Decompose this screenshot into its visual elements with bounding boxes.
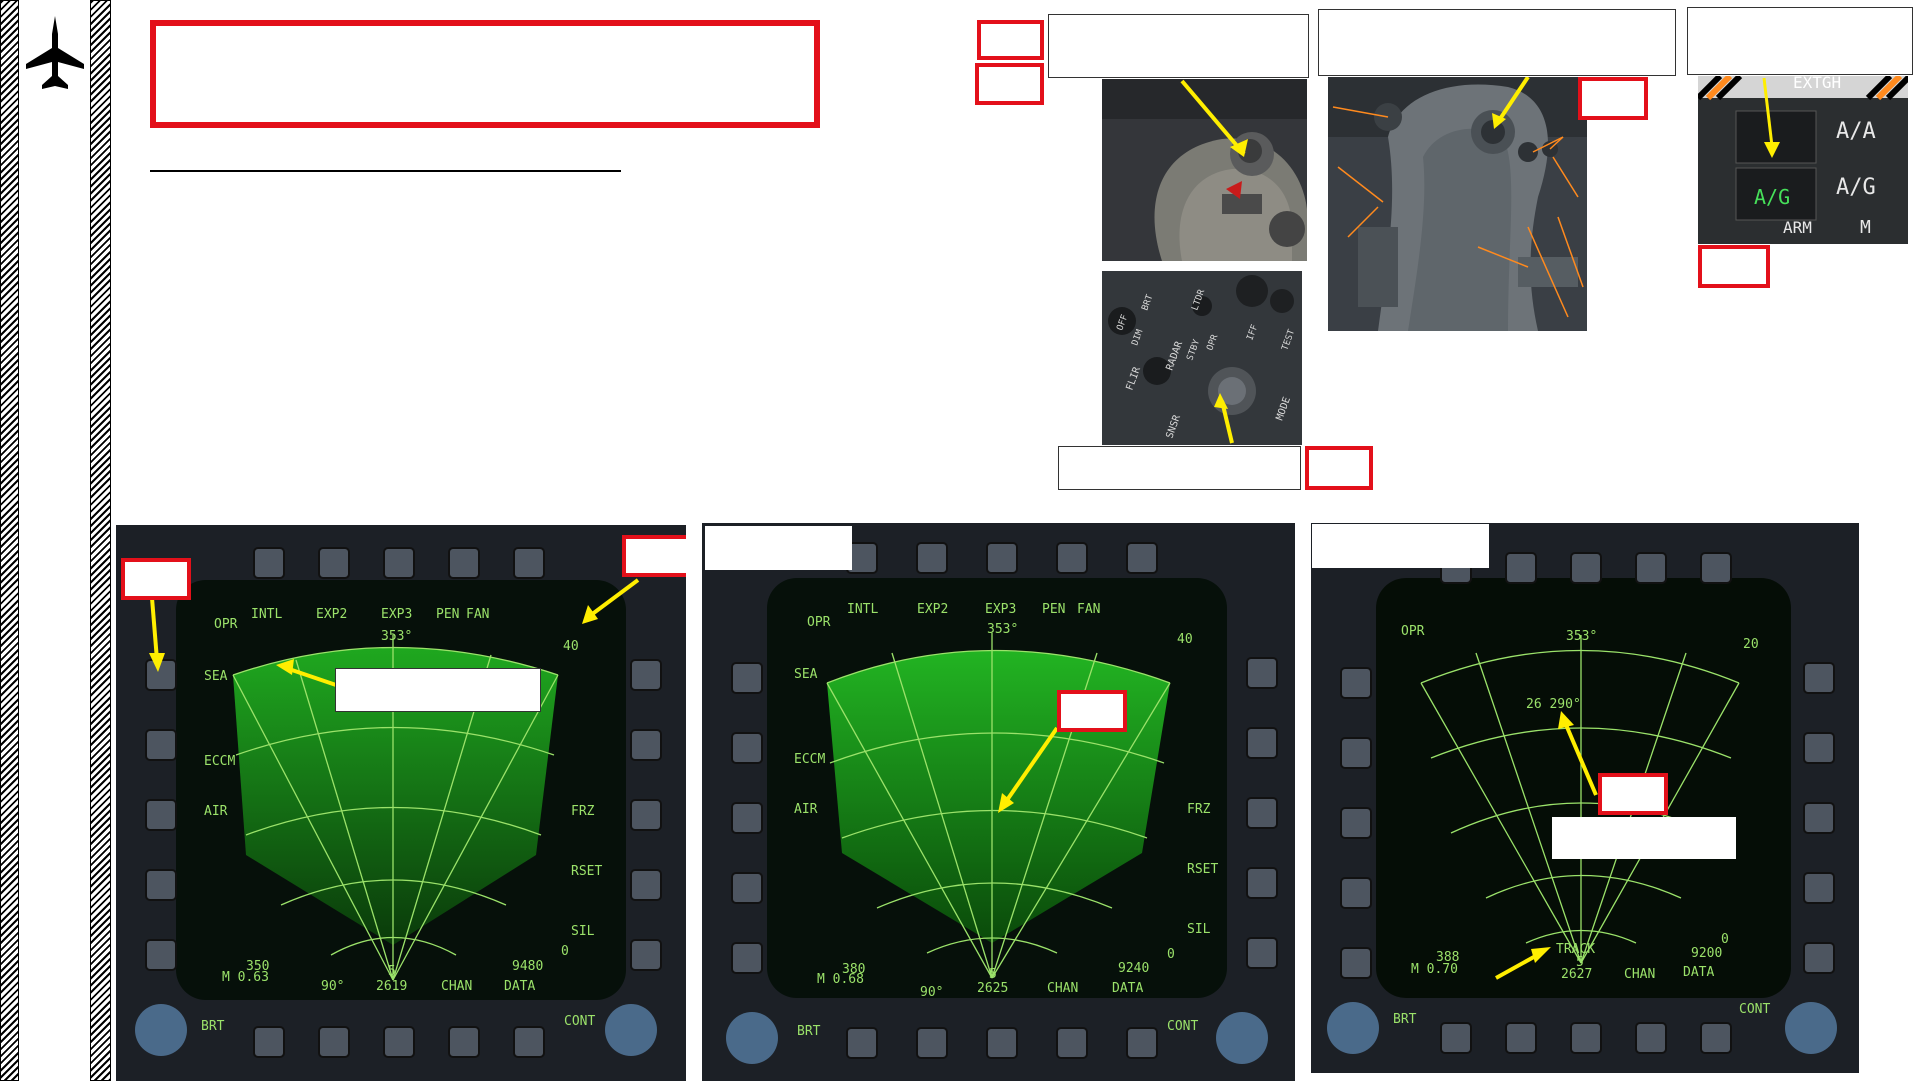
mfd2-brt: BRT bbox=[797, 1024, 821, 1039]
mfd2-chan: CHAN bbox=[1047, 981, 1078, 996]
mfd3-data: DATA bbox=[1683, 965, 1714, 980]
mfd1-callout bbox=[335, 668, 541, 712]
mfd2-sea: SEA bbox=[794, 667, 818, 682]
mfd1-label-box-right bbox=[622, 535, 686, 577]
mfd2-right-num: 9240 bbox=[1118, 961, 1149, 976]
mfd3-mach: M 0.70 bbox=[1411, 962, 1458, 977]
label-box-4 bbox=[1578, 77, 1648, 120]
mfd3-heading: 353° bbox=[1566, 629, 1597, 644]
fighter-jet-icon bbox=[24, 14, 86, 94]
mfd2-frz: FRZ bbox=[1187, 802, 1211, 817]
mfd2-data: DATA bbox=[1112, 981, 1143, 996]
mfd1-ninety: 90° bbox=[321, 979, 344, 994]
extgh-label: EXTGH bbox=[1793, 76, 1841, 92]
m-label: M bbox=[1860, 217, 1871, 238]
sensor-panel-photo: RADAR FLIR OFF DIM BRT STBY OPR SNSR MOD… bbox=[1102, 271, 1302, 445]
callout-box-1 bbox=[1048, 14, 1309, 78]
mfd2-header-callout bbox=[705, 526, 852, 570]
mfd1-rset: RSET bbox=[571, 864, 602, 879]
mfd1-mode-pen: PEN bbox=[436, 607, 459, 622]
arm-label: ARM bbox=[1783, 218, 1812, 237]
mfd1-frz: FRZ bbox=[571, 804, 595, 819]
mfd2-mode-pen: PEN bbox=[1042, 602, 1065, 617]
mfd1-mode-exp3: EXP3 bbox=[381, 607, 412, 622]
throttle-photo bbox=[1102, 79, 1307, 261]
label-box-3 bbox=[1305, 446, 1373, 490]
mfd2-zero: 0 bbox=[1167, 947, 1175, 962]
mfd2-air: AIR bbox=[794, 802, 818, 817]
title-box bbox=[150, 20, 820, 128]
mfd2-mode-exp2: EXP2 bbox=[917, 602, 948, 617]
mfd1-zero: 0 bbox=[561, 944, 569, 959]
callout-box-4 bbox=[1058, 446, 1301, 490]
mfd1-chan: CHAN bbox=[441, 979, 472, 994]
title-underline bbox=[150, 170, 621, 172]
mfd1-sea: SEA bbox=[204, 669, 228, 684]
mfd3-range: 20 bbox=[1743, 637, 1759, 652]
mfd2-range: 40 bbox=[1177, 632, 1193, 647]
mfd3-header-callout bbox=[1312, 524, 1489, 568]
mfd1-eccm: ECCM bbox=[204, 754, 235, 769]
mfd1-brt: BRT bbox=[201, 1019, 225, 1034]
left-hatch-bar bbox=[0, 0, 19, 1081]
ag-button-label: A/G bbox=[1754, 185, 1790, 209]
ag-label: A/G bbox=[1836, 175, 1876, 200]
mfd1-cont: CONT bbox=[564, 1014, 595, 1029]
stick-grip-photo bbox=[1328, 77, 1587, 331]
mfd1-mach: M 0.63 bbox=[222, 970, 269, 985]
mfd3-zero: 0 bbox=[1721, 932, 1729, 947]
mfd1-data: DATA bbox=[504, 979, 535, 994]
mfd2-opr: OPR bbox=[807, 615, 831, 630]
mfd3-callout bbox=[1552, 817, 1736, 859]
mfd1-right-num: 9480 bbox=[512, 959, 543, 974]
mfd3-opr: OPR bbox=[1401, 624, 1425, 639]
mfd1-heading: 353° bbox=[381, 629, 412, 644]
radar-display-3: OPR 353° 20 26 290° 0 388 M 0.70 TRACK 5… bbox=[1311, 523, 1859, 1073]
master-arm-photo: EXTGH A/G A/A A/G ARM M bbox=[1698, 76, 1908, 244]
callout-box-2 bbox=[1318, 9, 1676, 76]
mfd2-label-box bbox=[1057, 690, 1127, 732]
mfd1-sil: SIL bbox=[571, 924, 595, 939]
mfd1-opr: OPR bbox=[214, 617, 238, 632]
mfd1-mode-intl: INTL bbox=[251, 607, 282, 622]
label-box-2 bbox=[975, 63, 1044, 105]
label-box-5 bbox=[1698, 245, 1770, 288]
mfd3-right-num: 9200 bbox=[1691, 946, 1722, 961]
mfd2-mode-fan: FAN bbox=[1077, 602, 1100, 617]
label-box-1 bbox=[977, 20, 1044, 60]
mfd2-mach: M 0.68 bbox=[817, 972, 864, 987]
mfd1-mode-fan: FAN bbox=[466, 607, 489, 622]
radar-display-1: OPR INTL EXP2 EXP3 PEN FAN 353° 40 SEA E… bbox=[116, 525, 686, 1081]
aa-label: A/A bbox=[1836, 119, 1876, 144]
mfd2-mode-exp3: EXP3 bbox=[985, 602, 1016, 617]
mfd2-eccm: ECCM bbox=[794, 752, 825, 767]
mfd3-cont: CONT bbox=[1739, 1002, 1770, 1017]
mfd1-mode-exp2: EXP2 bbox=[316, 607, 347, 622]
mfd3-label-box bbox=[1598, 773, 1668, 815]
mfd2-alt: 2625 bbox=[977, 981, 1008, 996]
mfd3-chan: CHAN bbox=[1624, 967, 1655, 982]
mfd1-bottom-num: 5 bbox=[388, 964, 396, 979]
mfd1-alt: 2619 bbox=[376, 979, 407, 994]
mfd2-heading: 353° bbox=[987, 622, 1018, 637]
mfd2-cont: CONT bbox=[1167, 1019, 1198, 1034]
mfd2-rset: RSET bbox=[1187, 862, 1218, 877]
callout-box-3 bbox=[1687, 7, 1913, 75]
mfd3-alt: 2627 bbox=[1561, 967, 1592, 982]
mfd2-bottom-num: 5 bbox=[989, 967, 997, 982]
right-hatch-bar bbox=[90, 0, 111, 1081]
mfd1-label-box-left bbox=[121, 558, 191, 600]
mfd1-range: 40 bbox=[563, 639, 579, 654]
mfd1-air: AIR bbox=[204, 804, 228, 819]
radar-display-2: OPR INTL EXP2 EXP3 PEN FAN 353° 40 SEA E… bbox=[702, 523, 1295, 1081]
mfd2-sil: SIL bbox=[1187, 922, 1211, 937]
mfd3-target: 26 290° bbox=[1526, 697, 1581, 712]
mfd2-ninety: 90° bbox=[920, 985, 943, 1000]
mfd2-mode-intl: INTL bbox=[847, 602, 878, 617]
mfd3-brt: BRT bbox=[1393, 1012, 1417, 1027]
